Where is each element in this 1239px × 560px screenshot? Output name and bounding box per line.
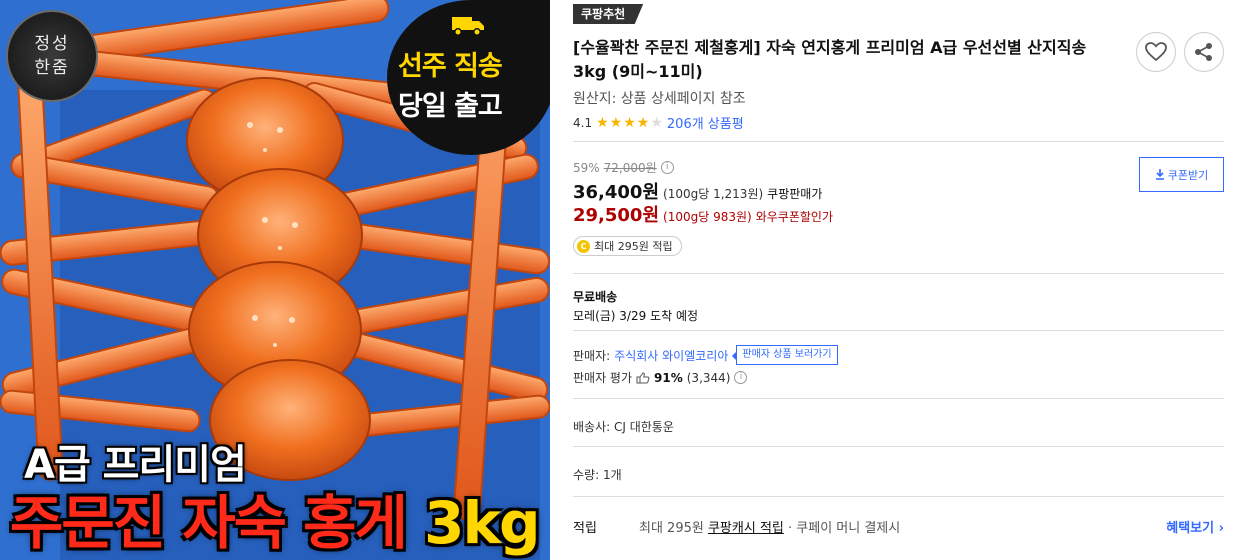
seal-line1: 정성 [34, 34, 70, 54]
divider [573, 398, 1224, 399]
info-icon[interactable]: i [734, 371, 748, 384]
badge-line2: 당일 출고 [398, 91, 503, 122]
seller-rating-row: 판매자 평가 91% (3,344) i [573, 369, 748, 386]
points-badge: C 최대 295원 적립 [573, 236, 682, 256]
star-icon: ★ [636, 114, 650, 131]
rating-value: 4.1 [573, 115, 593, 130]
reward-label: 적립 [573, 521, 597, 536]
thumbs-up-icon [636, 371, 650, 383]
info-icon[interactable]: i [660, 161, 674, 174]
product-title: [수율꽉찬 주문진 제철홍게] 자숙 연지홍게 프리미엄 A급 우선선별 산지직… [573, 38, 1087, 81]
seller-rating-label: 판매자 평가 [573, 371, 633, 385]
divider [573, 496, 1224, 497]
star-icon: ★ [609, 114, 623, 131]
image-caption-line2: 주문진 자숙 홍게 3kg [10, 476, 541, 560]
star-icon: ★ [596, 114, 609, 131]
origin-text: 원산지: 상품 상세페이지 참조 [573, 91, 746, 107]
arrival-date: 모레(금) 3/29 도착 예정 [573, 309, 699, 323]
caption-yellow: 3kg [424, 489, 540, 557]
download-icon [1155, 169, 1164, 180]
recommend-tag: 쿠팡추천 [573, 4, 644, 24]
heart-icon [1145, 42, 1167, 62]
view-benefits-link[interactable]: 혜택보기 › [1166, 517, 1224, 536]
divider [573, 446, 1224, 447]
coupon-price: 29,500원 [573, 205, 660, 226]
discount-rate: 59% [573, 160, 600, 175]
reward-suffix: · 쿠페이 머니 결제시 [783, 521, 901, 536]
divider [573, 141, 1224, 142]
rating-stars: ★ ★ ★ ★ ★ [596, 116, 663, 130]
rating-row: 4.1 ★ ★ ★ ★ ★ 206개 상품평 [573, 113, 744, 133]
seal-line2: 한줌 [34, 58, 70, 78]
product-image[interactable]: 정성 한줌 선주 직송 당일 출고 A급 프리미엄 주문진 자숙 홍게 3kg [0, 0, 550, 560]
product-info-panel: 쿠팡추천 [수율꽉찬 주문진 제철홍게] 자숙 연지홍게 프리미엄 A급 우선선… [573, 0, 1224, 560]
wishlist-button[interactable] [1136, 32, 1176, 72]
seller-rating-count: (3,344) [686, 370, 731, 385]
brand-seal-logo: 정성 한줌 [6, 10, 98, 102]
coupon-price-label: 와우쿠폰할인가 [755, 210, 833, 224]
review-count-link[interactable]: 206개 상품평 [667, 113, 744, 132]
divider [573, 273, 1224, 274]
original-price: 72,000원 [603, 161, 657, 175]
seller-row: 판매자: 주식회사 와이엘코리아 판매자 상품 보러가기 [573, 345, 838, 365]
carrier-text: 배송사: CJ 대한통운 [573, 420, 674, 434]
seller-rating-percent: 91% [654, 370, 683, 385]
coupon-unit-price: (100g당 983원) [663, 210, 752, 224]
share-icon [1195, 43, 1212, 61]
reward-prefix: 최대 295원 [639, 521, 708, 536]
coupon-price-row: 29,500원 (100g당 983원) 와우쿠폰할인가 [573, 201, 833, 227]
star-icon: ★ [623, 114, 636, 131]
quantity-text: 수량: 1개 [573, 468, 622, 482]
coin-icon: C [577, 239, 590, 253]
badge-line1: 선주 직송 [398, 51, 503, 82]
get-coupon-label: 쿠폰받기 [1167, 168, 1209, 182]
discount-row: 59% 72,000원 i [573, 159, 674, 176]
shipping-title: 무료배송 [573, 290, 618, 304]
get-coupon-button[interactable]: 쿠폰받기 [1139, 157, 1224, 192]
points-text: 최대 295원 적립 [594, 240, 673, 253]
truck-icon [452, 17, 484, 36]
star-icon: ★ [650, 114, 663, 131]
sale-price-label: 쿠팡판매가 [767, 187, 823, 201]
seller-label: 판매자: [573, 348, 611, 363]
share-button[interactable] [1184, 32, 1224, 72]
seller-name-link[interactable]: 주식회사 와이엘코리아 [614, 347, 728, 364]
reward-row: 적립 최대 295원 쿠팡캐시 적립 · 쿠페이 머니 결제시 혜택보기 › [573, 517, 1224, 536]
reward-text: 최대 295원 쿠팡캐시 적립 · 쿠페이 머니 결제시 [639, 517, 1166, 536]
sale-unit-price: (100g당 1,213원) [663, 187, 764, 201]
divider [573, 330, 1224, 331]
seller-products-button[interactable]: 판매자 상품 보러가기 [732, 345, 838, 365]
coupang-cash-link[interactable]: 쿠팡캐시 적립 [708, 521, 784, 536]
caption-red: 주문진 자숙 홍게 [10, 489, 408, 557]
